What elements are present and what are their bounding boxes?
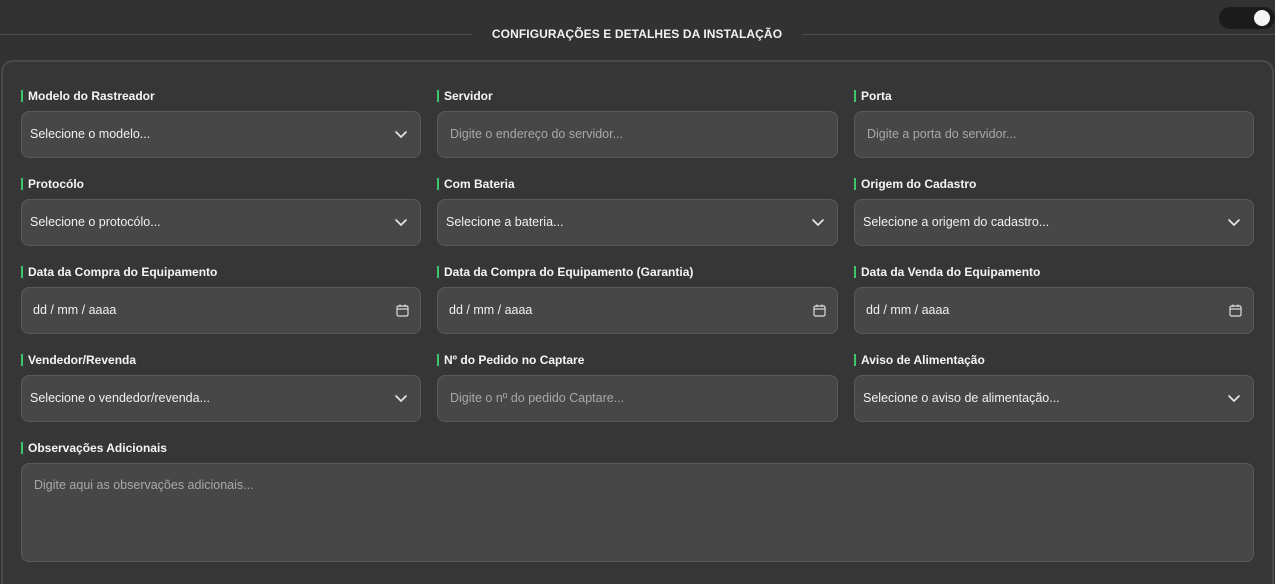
calendar-icon[interactable] <box>1229 304 1242 317</box>
label-data-compra-garantia: Data da Compra do Equipamento (Garantia) <box>437 265 693 279</box>
label-data-compra: Data da Compra do Equipamento <box>21 265 217 279</box>
date-compra-garantia-value: dd / mm / aaaa <box>449 303 533 317</box>
label-modelo: Modelo do Rastreador <box>21 89 155 103</box>
label-pedido: Nº do Pedido no Captare <box>437 353 584 367</box>
select-modelo-value: Selecione o modelo... <box>30 127 151 141</box>
label-vendedor: Vendedor/Revenda <box>21 353 136 367</box>
chevron-down-icon <box>1228 219 1240 226</box>
label-origem: Origem do Cadastro <box>854 177 976 191</box>
chevron-down-icon <box>395 131 407 138</box>
label-protocolo: Protocólo <box>21 177 84 191</box>
chevron-down-icon <box>812 219 824 226</box>
date-compra[interactable]: dd / mm / aaaa <box>21 287 421 334</box>
date-venda-value: dd / mm / aaaa <box>866 303 950 317</box>
label-observacoes: Observações Adicionais <box>21 441 167 455</box>
select-origem-value: Selecione a origem do cadastro... <box>863 215 1050 229</box>
textarea-observacoes[interactable]: Digite aqui as observações adicionais... <box>21 463 1254 562</box>
section-header: CONFIGURAÇÕES E DETALHES DA INSTALAÇÃO <box>0 0 1275 60</box>
select-origem[interactable]: Selecione a origem do cadastro... <box>854 199 1254 246</box>
select-vendedor[interactable]: Selecione o vendedor/revenda... <box>21 375 421 422</box>
chevron-down-icon <box>1228 395 1240 402</box>
input-pedido[interactable]: Digite o nº do pedido Captare... <box>437 375 838 422</box>
select-protocolo[interactable]: Selecione o protocólo... <box>21 199 421 246</box>
select-bateria[interactable]: Selecione a bateria... <box>437 199 838 246</box>
section-title: CONFIGURAÇÕES E DETALHES DA INSTALAÇÃO <box>491 27 783 41</box>
chevron-down-icon <box>395 219 407 226</box>
select-vendedor-value: Selecione o vendedor/revenda... <box>30 391 210 405</box>
input-servidor[interactable]: Digite o endereço do servidor... <box>437 111 838 158</box>
select-bateria-value: Selecione a bateria... <box>446 215 564 229</box>
toggle-knob <box>1254 10 1270 26</box>
date-compra-garantia[interactable]: dd / mm / aaaa <box>437 287 838 334</box>
installation-settings-page: CONFIGURAÇÕES E DETALHES DA INSTALAÇÃO M… <box>0 0 1275 584</box>
label-aviso: Aviso de Alimentação <box>854 353 985 367</box>
date-venda[interactable]: dd / mm / aaaa <box>854 287 1254 334</box>
input-servidor-placeholder: Digite o endereço do servidor... <box>450 127 624 141</box>
select-aviso[interactable]: Selecione o aviso de alimentação... <box>854 375 1254 422</box>
label-bateria: Com Bateria <box>437 177 515 191</box>
input-porta-placeholder: Digite a porta do servidor... <box>867 127 1017 141</box>
chevron-down-icon <box>395 395 407 402</box>
select-modelo[interactable]: Selecione o modelo... <box>21 111 421 158</box>
label-porta: Porta <box>854 89 892 103</box>
date-compra-value: dd / mm / aaaa <box>33 303 117 317</box>
input-porta[interactable]: Digite a porta do servidor... <box>854 111 1254 158</box>
header-divider-right <box>802 34 1275 35</box>
select-aviso-value: Selecione o aviso de alimentação... <box>863 391 1060 405</box>
calendar-icon[interactable] <box>396 304 409 317</box>
textarea-observacoes-placeholder: Digite aqui as observações adicionais... <box>34 478 254 492</box>
label-servidor: Servidor <box>437 89 493 103</box>
label-data-venda: Data da Venda do Equipamento <box>854 265 1040 279</box>
theme-toggle[interactable] <box>1219 7 1275 29</box>
header-divider-left <box>0 34 472 35</box>
calendar-icon[interactable] <box>813 304 826 317</box>
select-protocolo-value: Selecione o protocólo... <box>30 215 161 229</box>
input-pedido-placeholder: Digite o nº do pedido Captare... <box>450 391 625 405</box>
